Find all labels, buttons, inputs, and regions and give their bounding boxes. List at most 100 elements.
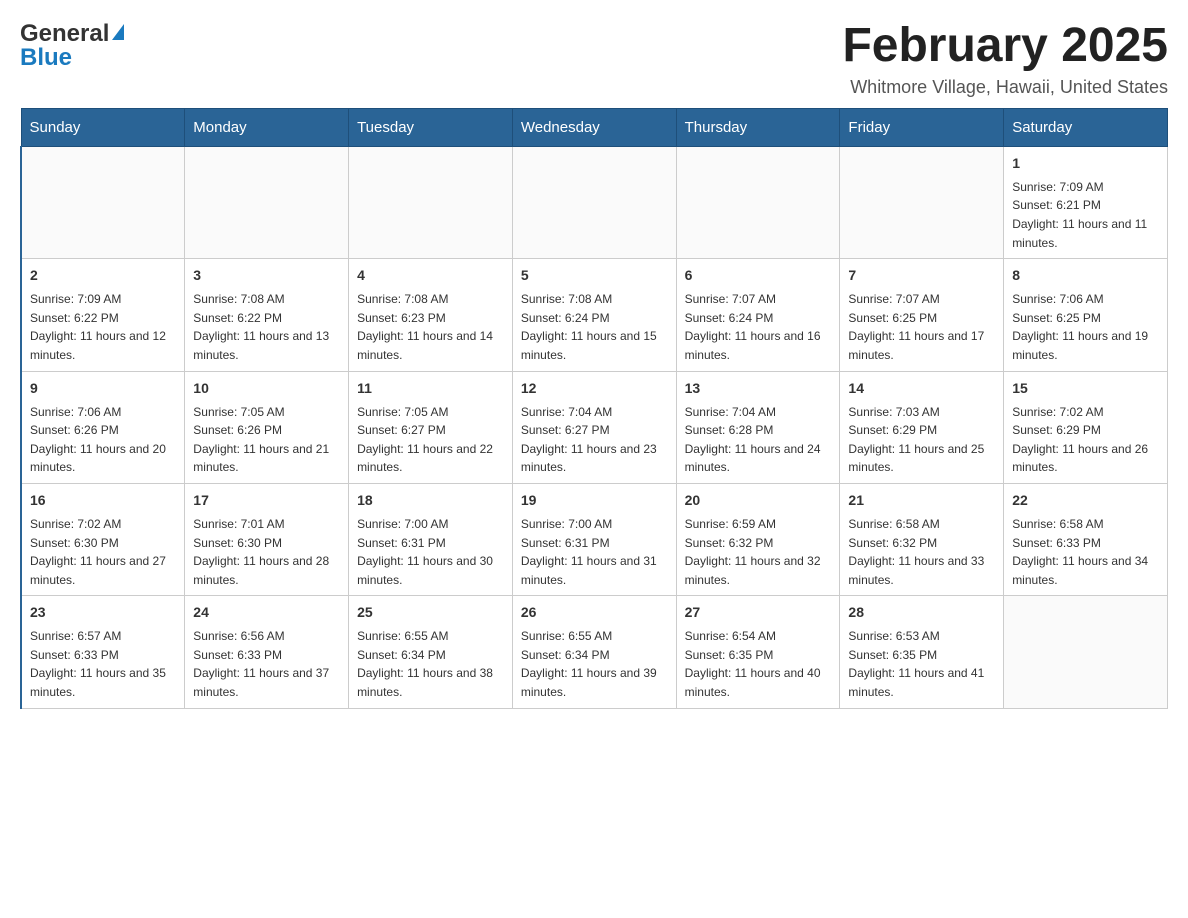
calendar-cell: 7 Sunrise: 7:07 AM Sunset: 6:25 PM Daylig… (840, 259, 1004, 371)
calendar-cell: 18 Sunrise: 7:00 AM Sunset: 6:31 PM Dayli… (349, 483, 513, 595)
day-info: Sunrise: 7:01 AM Sunset: 6:30 PM Dayligh… (193, 515, 340, 589)
day-info: Sunrise: 7:06 AM Sunset: 6:26 PM Dayligh… (30, 403, 176, 477)
week-row-5: 23 Sunrise: 6:57 AM Sunset: 6:33 PM Dayli… (21, 596, 1168, 708)
day-number: 11 (357, 378, 504, 399)
day-number: 9 (30, 378, 176, 399)
calendar-cell: 21 Sunrise: 6:58 AM Sunset: 6:32 PM Dayli… (840, 483, 1004, 595)
calendar-cell: 27 Sunrise: 6:54 AM Sunset: 6:35 PM Dayli… (676, 596, 840, 708)
calendar-cell (512, 146, 676, 258)
week-row-1: 1 Sunrise: 7:09 AM Sunset: 6:21 PM Daylig… (21, 146, 1168, 258)
calendar-cell (185, 146, 349, 258)
day-number: 6 (685, 265, 832, 286)
day-info: Sunrise: 7:05 AM Sunset: 6:27 PM Dayligh… (357, 403, 504, 477)
day-info: Sunrise: 6:57 AM Sunset: 6:33 PM Dayligh… (30, 627, 176, 701)
calendar-cell: 13Sunrise: 7:04 AM Sunset: 6:28 PM Dayli… (676, 371, 840, 483)
week-row-2: 2 Sunrise: 7:09 AM Sunset: 6:22 PM Daylig… (21, 259, 1168, 371)
week-row-4: 16 Sunrise: 7:02 AM Sunset: 6:30 PM Dayli… (21, 483, 1168, 595)
day-info: Sunrise: 6:55 AM Sunset: 6:34 PM Dayligh… (357, 627, 504, 701)
day-number: 2 (30, 265, 176, 286)
calendar-cell: 17Sunrise: 7:01 AM Sunset: 6:30 PM Dayli… (185, 483, 349, 595)
day-number: 13 (685, 378, 832, 399)
calendar-cell: 15 Sunrise: 7:02 AM Sunset: 6:29 PM Dayli… (1004, 371, 1168, 483)
day-header-monday: Monday (185, 108, 349, 146)
day-info: Sunrise: 6:58 AM Sunset: 6:33 PM Dayligh… (1012, 515, 1159, 589)
location-subtitle: Whitmore Village, Hawaii, United States (842, 77, 1168, 98)
calendar-cell (676, 146, 840, 258)
day-header-friday: Friday (840, 108, 1004, 146)
calendar-cell: 8Sunrise: 7:06 AM Sunset: 6:25 PM Daylig… (1004, 259, 1168, 371)
day-number: 24 (193, 602, 340, 623)
day-number: 5 (521, 265, 668, 286)
day-info: Sunrise: 7:00 AM Sunset: 6:31 PM Dayligh… (521, 515, 668, 589)
day-header-saturday: Saturday (1004, 108, 1168, 146)
day-number: 27 (685, 602, 832, 623)
day-number: 20 (685, 490, 832, 511)
calendar-cell: 19Sunrise: 7:00 AM Sunset: 6:31 PM Dayli… (512, 483, 676, 595)
calendar-cell: 10 Sunrise: 7:05 AM Sunset: 6:26 PM Dayli… (185, 371, 349, 483)
calendar-table: SundayMondayTuesdayWednesdayThursdayFrid… (20, 108, 1168, 709)
day-number: 21 (848, 490, 995, 511)
day-info: Sunrise: 6:55 AM Sunset: 6:34 PM Dayligh… (521, 627, 668, 701)
day-info: Sunrise: 7:09 AM Sunset: 6:21 PM Dayligh… (1012, 178, 1159, 252)
calendar-cell: 23 Sunrise: 6:57 AM Sunset: 6:33 PM Dayli… (21, 596, 185, 708)
calendar-cell: 24 Sunrise: 6:56 AM Sunset: 6:33 PM Dayli… (185, 596, 349, 708)
day-info: Sunrise: 7:08 AM Sunset: 6:22 PM Dayligh… (193, 290, 340, 364)
calendar-cell: 26 Sunrise: 6:55 AM Sunset: 6:34 PM Dayli… (512, 596, 676, 708)
day-number: 15 (1012, 378, 1159, 399)
day-info: Sunrise: 7:08 AM Sunset: 6:23 PM Dayligh… (357, 290, 504, 364)
day-number: 7 (848, 265, 995, 286)
title-block: February 2025 Whitmore Village, Hawaii, … (842, 20, 1168, 98)
day-header-tuesday: Tuesday (349, 108, 513, 146)
day-info: Sunrise: 6:53 AM Sunset: 6:35 PM Dayligh… (848, 627, 995, 701)
calendar-cell: 11 Sunrise: 7:05 AM Sunset: 6:27 PM Dayli… (349, 371, 513, 483)
day-info: Sunrise: 7:06 AM Sunset: 6:25 PM Dayligh… (1012, 290, 1159, 364)
day-info: Sunrise: 7:08 AM Sunset: 6:24 PM Dayligh… (521, 290, 668, 364)
day-number: 26 (521, 602, 668, 623)
day-number: 4 (357, 265, 504, 286)
logo-triangle-icon (112, 24, 124, 40)
day-info: Sunrise: 7:07 AM Sunset: 6:24 PM Dayligh… (685, 290, 832, 364)
calendar-cell: 1 Sunrise: 7:09 AM Sunset: 6:21 PM Daylig… (1004, 146, 1168, 258)
day-number: 10 (193, 378, 340, 399)
day-number: 23 (30, 602, 176, 623)
calendar-header: SundayMondayTuesdayWednesdayThursdayFrid… (21, 108, 1168, 146)
calendar-cell: 9 Sunrise: 7:06 AM Sunset: 6:26 PM Daylig… (21, 371, 185, 483)
calendar-cell (349, 146, 513, 258)
day-info: Sunrise: 7:05 AM Sunset: 6:26 PM Dayligh… (193, 403, 340, 477)
calendar-body: 1 Sunrise: 7:09 AM Sunset: 6:21 PM Daylig… (21, 146, 1168, 708)
day-info: Sunrise: 7:09 AM Sunset: 6:22 PM Dayligh… (30, 290, 176, 364)
day-info: Sunrise: 6:58 AM Sunset: 6:32 PM Dayligh… (848, 515, 995, 589)
calendar-cell: 12 Sunrise: 7:04 AM Sunset: 6:27 PM Dayli… (512, 371, 676, 483)
day-number: 14 (848, 378, 995, 399)
day-number: 3 (193, 265, 340, 286)
day-header-thursday: Thursday (676, 108, 840, 146)
calendar-cell: 28 Sunrise: 6:53 AM Sunset: 6:35 PM Dayli… (840, 596, 1004, 708)
calendar-cell: 14 Sunrise: 7:03 AM Sunset: 6:29 PM Dayli… (840, 371, 1004, 483)
day-header-wednesday: Wednesday (512, 108, 676, 146)
calendar-cell: 4 Sunrise: 7:08 AM Sunset: 6:23 PM Daylig… (349, 259, 513, 371)
day-info: Sunrise: 6:54 AM Sunset: 6:35 PM Dayligh… (685, 627, 832, 701)
calendar-cell (21, 146, 185, 258)
day-info: Sunrise: 7:03 AM Sunset: 6:29 PM Dayligh… (848, 403, 995, 477)
day-info: Sunrise: 7:04 AM Sunset: 6:27 PM Dayligh… (521, 403, 668, 477)
day-number: 16 (30, 490, 176, 511)
day-number: 28 (848, 602, 995, 623)
day-info: Sunrise: 7:00 AM Sunset: 6:31 PM Dayligh… (357, 515, 504, 589)
day-number: 1 (1012, 153, 1159, 174)
logo-blue-text: Blue (20, 44, 72, 72)
day-number: 12 (521, 378, 668, 399)
calendar-cell (1004, 596, 1168, 708)
day-info: Sunrise: 6:56 AM Sunset: 6:33 PM Dayligh… (193, 627, 340, 701)
calendar-cell (840, 146, 1004, 258)
logo: General Blue (20, 20, 124, 72)
calendar-cell: 25Sunrise: 6:55 AM Sunset: 6:34 PM Dayli… (349, 596, 513, 708)
day-info: Sunrise: 7:07 AM Sunset: 6:25 PM Dayligh… (848, 290, 995, 364)
calendar-cell: 5 Sunrise: 7:08 AM Sunset: 6:24 PM Daylig… (512, 259, 676, 371)
day-info: Sunrise: 7:02 AM Sunset: 6:29 PM Dayligh… (1012, 403, 1159, 477)
day-info: Sunrise: 6:59 AM Sunset: 6:32 PM Dayligh… (685, 515, 832, 589)
calendar-cell: 20 Sunrise: 6:59 AM Sunset: 6:32 PM Dayli… (676, 483, 840, 595)
calendar-cell: 2 Sunrise: 7:09 AM Sunset: 6:22 PM Daylig… (21, 259, 185, 371)
day-info: Sunrise: 7:02 AM Sunset: 6:30 PM Dayligh… (30, 515, 176, 589)
month-title: February 2025 (842, 20, 1168, 73)
day-number: 18 (357, 490, 504, 511)
